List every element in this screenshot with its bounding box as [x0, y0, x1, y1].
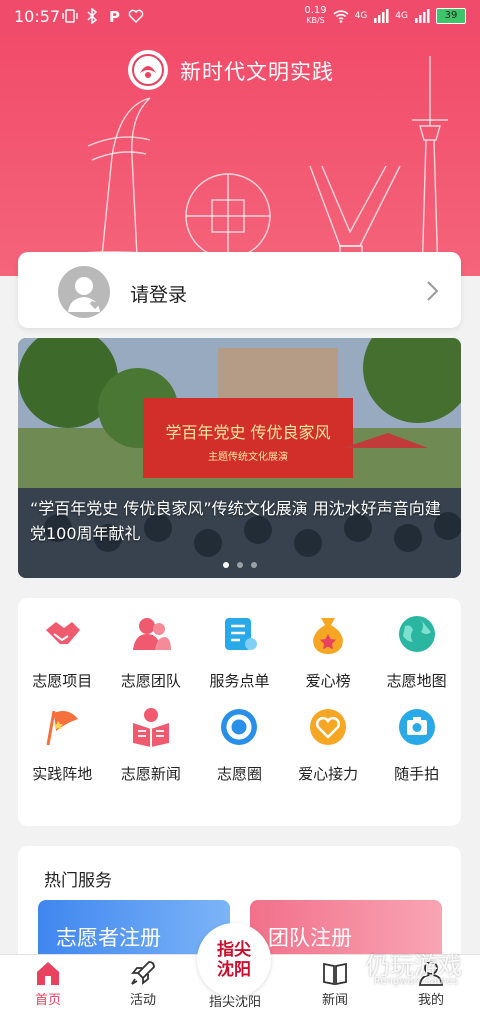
svg-text:P: P [109, 8, 120, 24]
home-icon [37, 962, 59, 985]
grid-item-love-relay[interactable]: 爱心接力 [284, 705, 373, 784]
network-type-2: 4G [395, 11, 408, 21]
login-label: 请登录 [130, 284, 188, 306]
camera-icon [398, 709, 435, 745]
grid-label: 志愿新闻 [120, 765, 181, 783]
vibrate-icon [62, 9, 78, 23]
nav-home[interactable]: 首页 [13, 959, 83, 1008]
grid-item-love-ranking[interactable]: 爱心榜 [284, 612, 373, 691]
signal-icon [374, 9, 389, 23]
grid-item-volunteer-news[interactable]: 志愿新闻 [107, 705, 196, 784]
grid-label: 志愿圈 [216, 765, 262, 783]
grid-label: 志愿地图 [386, 672, 447, 690]
news-carousel[interactable]: 学百年党史 传优良家风 主题传统文化展演 “学百年党史 传优良家风”传统文化展演… [18, 338, 461, 578]
grid-item-service-order[interactable]: 服务点单 [195, 612, 284, 691]
globe-icon [398, 616, 435, 652]
grid-item-volunteer-project[interactable]: 志愿项目 [18, 612, 107, 691]
grid-item-volunteer-circle[interactable]: 志愿圈 [195, 705, 284, 784]
network-type-1: 4G [354, 11, 368, 21]
news-reader-icon [132, 708, 169, 747]
grid-label: 爱心榜 [305, 672, 351, 690]
function-grid-card: 志愿项目 志愿团队 服务点单 爱心榜 志愿地图 实践阵地 志愿新闻 志愿圈 爱心… [18, 598, 461, 826]
hot-services-title: 热门服务 [44, 871, 112, 891]
carousel-caption: “学百年党史 传优良家风”传统文化展演 用沈水好声音向建党100周年献礼 [30, 499, 441, 543]
heart-rate-icon [128, 9, 144, 24]
circle-icon [221, 709, 258, 745]
stage-banner-subtext: 主题传统文化展演 [208, 450, 288, 463]
grid-item-snapshot[interactable]: 随手拍 [372, 705, 461, 784]
app-title: 新时代文明实践 [180, 60, 334, 84]
grid-item-practice-base[interactable]: 实践阵地 [18, 705, 107, 784]
wifi-icon [333, 10, 349, 23]
center-badge-line2: 沈阳 [217, 960, 251, 980]
chevron-right-icon [427, 281, 439, 301]
status-time: 10:57 [14, 7, 61, 26]
nav-mine-label: 我的 [417, 993, 444, 1008]
header-banner: 新时代文明实践 [0, 36, 480, 276]
center-badge-line1: 指尖 [217, 940, 251, 960]
heart-relay-icon [310, 709, 347, 745]
grid-label: 志愿团队 [120, 672, 181, 690]
grid-label: 实践阵地 [32, 765, 93, 783]
watermark-sub: Rengwan Games [373, 976, 458, 987]
nav-home-label: 首页 [34, 993, 61, 1008]
network-speed: 0.19 KB/S [304, 6, 326, 26]
grid-label: 志愿项目 [32, 672, 93, 690]
signal-icon-2 [415, 9, 430, 23]
bluetooth-icon [87, 8, 98, 24]
login-card[interactable]: 请登录 [18, 252, 461, 328]
book-icon [323, 962, 347, 986]
carousel-dot[interactable] [236, 562, 243, 568]
grid-label: 服务点单 [209, 672, 270, 690]
stage-banner-text: 学百年党史 传优良家风 [165, 423, 330, 442]
handshake-icon [46, 622, 81, 644]
flag-icon [46, 710, 79, 746]
grid-item-volunteer-map[interactable]: 志愿地图 [372, 612, 461, 691]
order-icon [225, 618, 258, 650]
status-bar: 10:57 P 0.19 KB/S 4G 4G 39 [0, 0, 480, 36]
avatar [58, 266, 110, 318]
network-speed-value: 0.19 [304, 5, 327, 16]
battery-icon: 39 [436, 8, 466, 24]
parking-icon: P [109, 8, 120, 24]
app-logo [128, 50, 168, 90]
nav-news[interactable]: 新闻 [300, 959, 370, 1008]
center-app-button[interactable]: 指尖 沈阳 [197, 923, 271, 997]
nav-news-label: 新闻 [321, 993, 348, 1008]
team-icon [132, 618, 171, 650]
nav-activity[interactable]: 活动 [108, 959, 178, 1008]
love-bag-icon [313, 618, 343, 654]
grid-label: 爱心接力 [298, 765, 359, 783]
grid-item-volunteer-team[interactable]: 志愿团队 [107, 612, 196, 691]
carousel-indicator [18, 562, 461, 568]
rocket-icon [131, 961, 155, 985]
network-speed-unit: KB/S [306, 16, 325, 25]
nav-activity-label: 活动 [129, 993, 156, 1008]
carousel-dot-active[interactable] [222, 562, 229, 568]
function-grid: 志愿项目 志愿团队 服务点单 爱心榜 志愿地图 实践阵地 志愿新闻 志愿圈 爱心… [18, 612, 461, 784]
nav-center-label: 指尖沈阳 [208, 995, 261, 1010]
carousel-dot[interactable] [250, 562, 257, 568]
grid-label: 随手拍 [394, 765, 440, 783]
